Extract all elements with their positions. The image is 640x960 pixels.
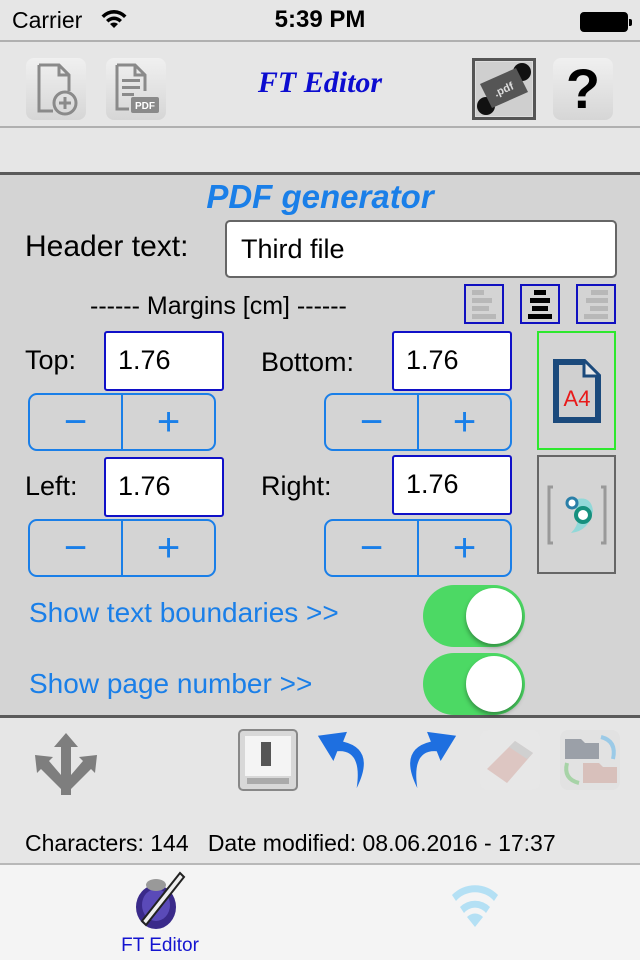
right-margin-decrement[interactable]: −: [326, 521, 419, 575]
wifi-icon: [452, 885, 498, 927]
question-mark-icon: ?: [565, 57, 601, 120]
document-scan-icon: [238, 729, 298, 791]
left-margin-stepper: − +: [28, 519, 216, 577]
show-page-number-label[interactable]: Show page number >>: [29, 668, 312, 700]
bottom-margin-stepper: − +: [324, 393, 512, 451]
header-text-label: Header text:: [25, 230, 189, 263]
undo-icon: [317, 731, 364, 789]
battery-icon: [580, 12, 632, 32]
redo-button[interactable]: [396, 728, 460, 792]
app-title: FT Editor: [257, 66, 383, 99]
pdf-settings-button[interactable]: .pdf: [472, 58, 536, 120]
eraser-icon: [480, 730, 540, 790]
a4-page-icon: A4: [552, 358, 601, 423]
clock: 5:39 PM: [274, 6, 366, 33]
ink-pen-icon: [136, 871, 186, 929]
top-margin-label: Top:: [25, 345, 77, 375]
pdf-generator-panel: PDF generator Header text: Third file --…: [0, 175, 640, 718]
right-margin-increment[interactable]: +: [419, 521, 510, 575]
bottom-margin-input[interactable]: 1.76: [392, 331, 512, 391]
show-text-boundaries-label[interactable]: Show text boundaries >>: [29, 597, 339, 629]
svg-text:PDF: PDF: [135, 101, 155, 112]
top-margin-stepper: − +: [28, 393, 216, 451]
panel-title: PDF generator: [206, 178, 434, 215]
tab-ft-editor[interactable]: FT Editor: [0, 865, 320, 960]
toggle-knob: [466, 656, 522, 712]
toggle-knob: [466, 588, 522, 644]
fit-to-bounds-icon: [547, 485, 606, 544]
align-right-button[interactable]: [576, 284, 616, 324]
bottom-margin-label: Bottom:: [261, 347, 355, 377]
toolbar-spacer: [0, 128, 640, 175]
margins-label: ------ Margins [cm] ------: [90, 292, 347, 320]
fit-to-bounds-button[interactable]: [537, 455, 616, 574]
bottom-margin-decrement[interactable]: −: [326, 395, 419, 449]
right-margin-input[interactable]: 1.76: [392, 455, 512, 515]
bottom-margin-increment[interactable]: +: [419, 395, 510, 449]
tab-wifi-sharing[interactable]: [320, 865, 640, 960]
folder-sync-icon: [560, 730, 620, 790]
erase-button[interactable]: [478, 728, 542, 792]
date-modified-label: Date modified:: [207, 830, 357, 856]
header-text-input[interactable]: Third file: [225, 220, 617, 278]
tab-bar: FT Editor: [0, 863, 640, 960]
right-margin-label: Right:: [261, 471, 332, 501]
action-bar: Characters: 144 Date modified: 08.06.201…: [0, 718, 640, 863]
left-margin-increment[interactable]: +: [123, 521, 214, 575]
sync-folder-button[interactable]: [558, 728, 622, 792]
align-center-button[interactable]: [520, 284, 560, 324]
paper-size-a4-button[interactable]: A4: [537, 331, 616, 450]
left-margin-input[interactable]: 1.76: [104, 457, 224, 517]
tab-label: FT Editor: [121, 935, 199, 956]
redo-icon: [410, 731, 457, 789]
undo-button[interactable]: [314, 728, 378, 792]
svg-text:A4: A4: [563, 386, 590, 411]
help-button[interactable]: ?: [553, 58, 613, 120]
characters-label: Characters:: [25, 830, 144, 856]
date-modified-value: 08.06.2016 - 17:37: [362, 830, 556, 856]
characters-count: 144: [150, 830, 189, 856]
document-info: Characters: 144 Date modified: 08.06.201…: [25, 830, 556, 857]
top-margin-decrement[interactable]: −: [30, 395, 123, 449]
pdf-gear-icon: .pdf: [476, 62, 532, 116]
show-page-number-toggle[interactable]: [423, 653, 525, 715]
status-bar: Carrier 5:39 PM: [0, 0, 640, 40]
share-arrows-icon: [35, 733, 97, 795]
right-margin-stepper: − +: [324, 519, 512, 577]
show-text-boundaries-toggle[interactable]: [423, 585, 525, 647]
scan-document-button[interactable]: [236, 728, 300, 792]
left-margin-label: Left:: [25, 471, 78, 501]
top-toolbar: PDF FT Editor .pdf ?: [0, 40, 640, 128]
align-left-button[interactable]: [464, 284, 504, 324]
left-margin-decrement[interactable]: −: [30, 521, 123, 575]
share-button[interactable]: [22, 728, 110, 800]
top-margin-input[interactable]: 1.76: [104, 331, 224, 391]
top-margin-increment[interactable]: +: [123, 395, 214, 449]
